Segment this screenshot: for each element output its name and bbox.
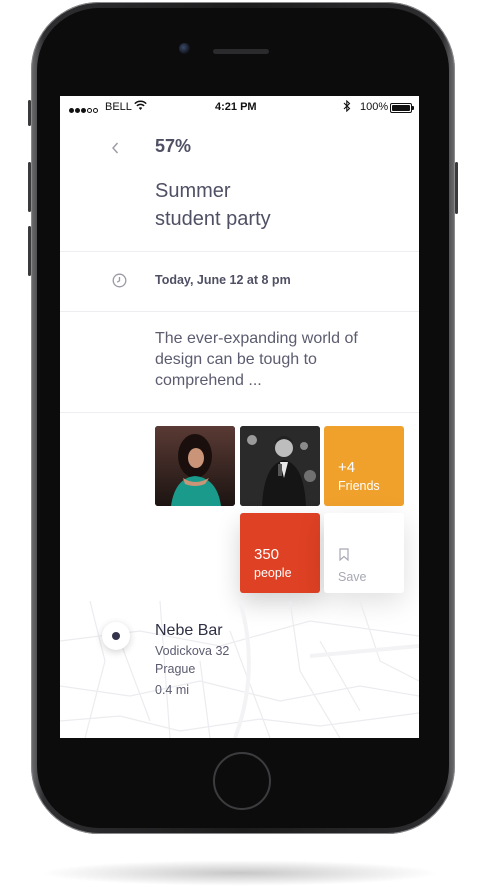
event-title-line-1: Summer <box>155 180 231 202</box>
attendee-photo-woman[interactable] <box>155 426 235 506</box>
venue-name: Nebe Bar <box>155 622 223 639</box>
people-label: people <box>254 566 292 580</box>
event-description: The ever-expanding world of design can b… <box>155 330 358 389</box>
venue-distance: 0.4 mi <box>155 683 190 697</box>
attendee-photo-man[interactable] <box>240 426 320 506</box>
carrier-name: BELL <box>105 101 132 113</box>
bluetooth-icon <box>343 99 351 115</box>
clock-time: 4:21 PM <box>215 101 257 113</box>
signal-strength-icon <box>69 104 99 116</box>
people-attending-tile[interactable]: 350 people <box>240 513 320 593</box>
back-chevron-icon[interactable] <box>110 140 120 156</box>
front-camera <box>179 43 190 54</box>
battery-percentage: 100% <box>360 101 389 113</box>
save-button[interactable]: Save <box>324 513 404 593</box>
save-label: Save <box>338 570 367 584</box>
people-count: 350 <box>254 546 280 563</box>
power-button <box>455 162 458 214</box>
divider <box>60 412 419 413</box>
event-title-line-2: student party <box>155 208 271 230</box>
battery-icon <box>390 103 414 113</box>
bookmark-icon <box>339 548 349 566</box>
wifi-icon <box>134 100 147 114</box>
mute-switch <box>28 100 31 126</box>
volume-up-button <box>28 162 31 212</box>
venue-city: Prague <box>155 662 196 676</box>
earpiece-speaker <box>213 49 269 54</box>
divider <box>60 311 419 312</box>
friends-label: Friends <box>338 479 380 493</box>
venue-street: Vodickova 32 <box>155 644 230 658</box>
device-shadow <box>40 860 440 886</box>
location-pin-icon[interactable] <box>102 622 130 650</box>
app-screen: BELL 4:21 PM 100% 57% Summer student par… <box>60 96 419 738</box>
clock-icon <box>112 273 127 293</box>
status-bar: BELL 4:21 PM 100% <box>60 96 419 120</box>
friends-attending-tile[interactable]: +4 Friends <box>324 426 404 506</box>
volume-down-button <box>28 226 31 276</box>
divider <box>60 251 419 252</box>
friends-count: +4 <box>338 459 356 476</box>
home-button[interactable] <box>213 752 271 810</box>
event-title: Summer student party <box>155 177 395 233</box>
event-datetime: Today, June 12 at 8 pm <box>155 273 291 287</box>
progress-percentage: 57% <box>155 136 192 156</box>
